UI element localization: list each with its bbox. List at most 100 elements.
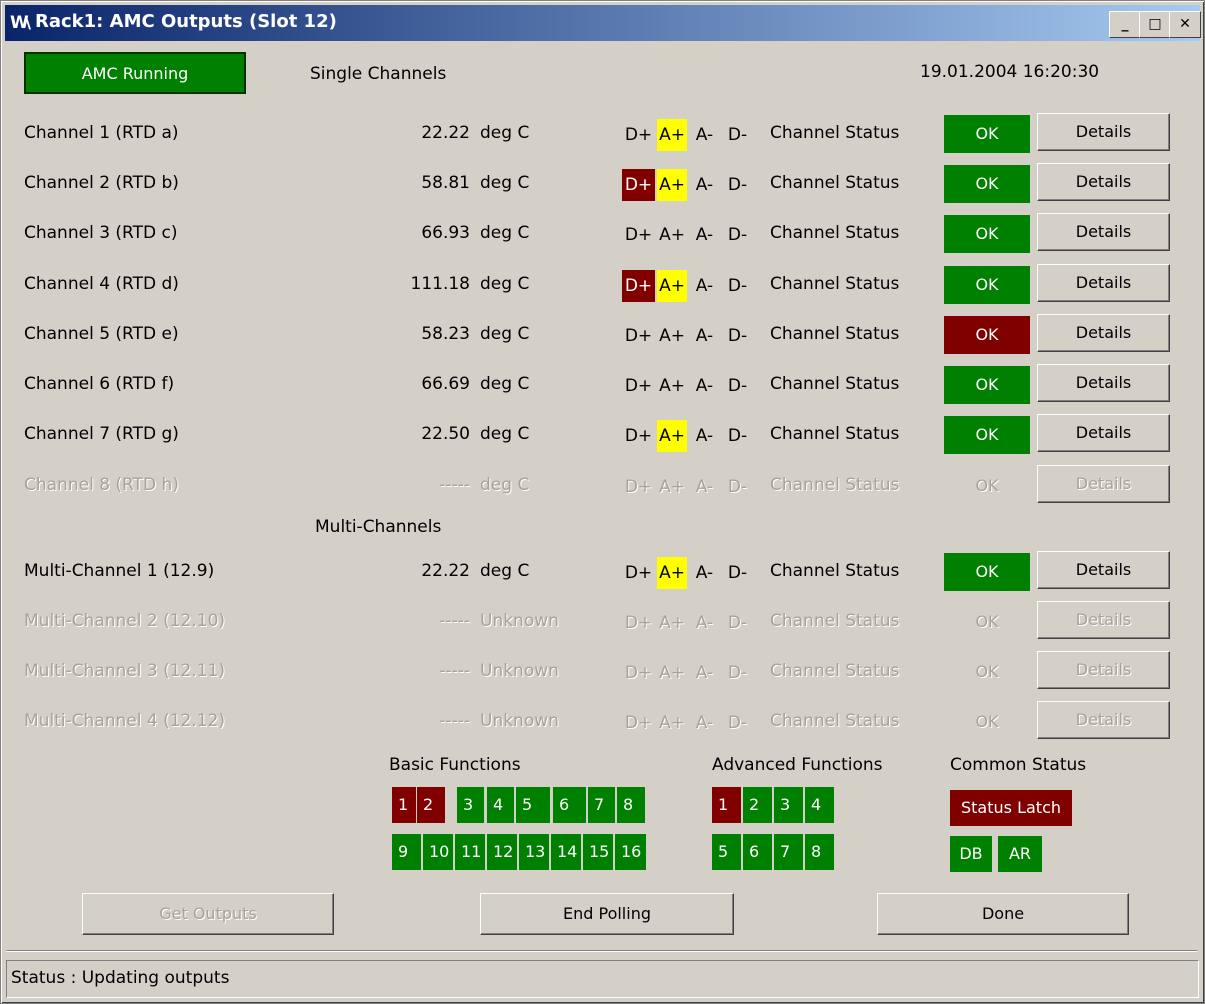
basic-function-2: 2 — [417, 787, 445, 823]
basic-function-8: 8 — [617, 787, 645, 823]
flag-d-plus: D+ — [624, 125, 653, 145]
channel-name: Channel 6 (RTD f) — [24, 374, 175, 394]
channel-row: Channel 4 (RTD d) 111.18 deg C D+ A+ A- D- Chan… — [0, 264, 1205, 306]
details-button[interactable]: Details — [1037, 651, 1170, 689]
channel-status-label: Channel Status — [770, 123, 900, 143]
flag-a-plus: A+ — [659, 663, 685, 683]
basic-function-4: 4 — [487, 787, 514, 823]
advanced-functions-heading: Advanced Functions — [712, 755, 883, 775]
channel-value: 22.22 — [421, 123, 470, 143]
flag-a-plus: A+ — [659, 477, 685, 497]
channel-ok-indicator: OK — [944, 165, 1030, 203]
channel-ok-indicator: OK — [975, 662, 999, 681]
channel-name: Channel 7 (RTD g) — [24, 424, 179, 444]
details-button[interactable]: Details — [1037, 601, 1170, 639]
maximize-button[interactable]: □ — [1139, 11, 1171, 38]
details-button[interactable]: Details — [1037, 364, 1170, 402]
db-indicator: DB — [950, 836, 992, 872]
status-text: Status : Updating outputs — [11, 968, 230, 988]
channel-status-label: Channel Status — [770, 711, 900, 731]
channel-value: 22.22 — [421, 561, 470, 581]
channel-name: Channel 5 (RTD e) — [24, 324, 179, 344]
minimize-button[interactable]: _ — [1109, 11, 1141, 38]
channel-ok-indicator: OK — [944, 553, 1030, 591]
flag-d-minus: D- — [727, 426, 748, 446]
title-bar: W\ Rack1: AMC Outputs (Slot 12) _ □ ✕ — [5, 5, 1201, 41]
multi-channels-heading: Multi-Channels — [315, 517, 442, 537]
channel-name: Multi-Channel 3 (12.11) — [24, 661, 226, 681]
flag-a-minus: A- — [695, 175, 714, 195]
flag-a-minus: A- — [695, 563, 714, 583]
details-button[interactable]: Details — [1037, 264, 1170, 302]
channel-ok-indicator: OK — [944, 115, 1030, 153]
amc-running-indicator: AMC Running — [24, 52, 246, 94]
channel-status-label: Channel Status — [770, 611, 900, 631]
details-button[interactable]: Details — [1037, 213, 1170, 251]
status-latch-indicator: Status Latch — [950, 790, 1072, 826]
ar-indicator: AR — [998, 836, 1042, 872]
channel-value: ----- — [439, 475, 470, 495]
flag-a-plus: A+ — [659, 613, 685, 633]
channel-status-label: Channel Status — [770, 274, 900, 294]
details-button[interactable]: Details — [1037, 414, 1170, 452]
flag-d-minus: D- — [727, 326, 748, 346]
channel-name: Channel 1 (RTD a) — [24, 123, 179, 143]
advanced-function-8: 8 — [805, 834, 834, 870]
channel-name: Channel 8 (RTD h) — [24, 475, 179, 495]
flag-a-minus: A- — [695, 276, 714, 296]
flag-d-plus: D+ — [622, 270, 655, 302]
advanced-function-3: 3 — [774, 787, 803, 823]
channel-ok-indicator: OK — [975, 612, 999, 631]
datetime-display: 19.01.2004 16:20:30 — [920, 62, 1100, 82]
flag-a-minus: A- — [695, 225, 714, 245]
channel-name: Multi-Channel 4 (12.12) — [24, 711, 226, 731]
advanced-function-7: 7 — [774, 834, 803, 870]
details-button[interactable]: Details — [1037, 113, 1170, 151]
channel-row: Channel 3 (RTD c) 66.93 deg C D+ A+ A- D- Chann… — [0, 213, 1205, 255]
flag-a-minus: A- — [695, 663, 714, 683]
channel-value: 22.50 — [421, 424, 470, 444]
channel-row: Channel 8 (RTD h) ----- deg C D+ A+ A- D- Chann… — [0, 465, 1205, 507]
basic-function-13: 13 — [519, 834, 549, 870]
details-button[interactable]: Details — [1037, 314, 1170, 352]
channel-value: ----- — [439, 661, 470, 681]
channel-ok-indicator: OK — [944, 266, 1030, 304]
flag-d-plus: D+ — [624, 713, 653, 733]
flag-a-minus: A- — [695, 376, 714, 396]
basic-function-15: 15 — [583, 834, 613, 870]
channel-unit: deg C — [480, 173, 530, 193]
channel-unit: deg C — [480, 374, 530, 394]
advanced-function-4: 4 — [805, 787, 834, 823]
basic-function-12: 12 — [487, 834, 517, 870]
basic-function-11: 11 — [455, 834, 485, 870]
basic-function-6: 6 — [553, 787, 586, 823]
channel-unit: deg C — [480, 223, 530, 243]
multi-channel-row: Multi-Channel 4 (12.12) ----- Unknown D+ A+ A… — [0, 701, 1205, 743]
channel-unit: deg C — [480, 561, 530, 581]
get-outputs-button[interactable]: Get Outputs — [82, 893, 334, 935]
basic-function-3: 3 — [457, 787, 484, 823]
close-button[interactable]: ✕ — [1169, 11, 1201, 38]
basic-function-1: 1 — [392, 787, 416, 823]
flag-a-minus: A- — [695, 713, 714, 733]
channel-unit: deg C — [480, 123, 530, 143]
channel-name: Multi-Channel 1 (12.9) — [24, 561, 215, 581]
end-polling-button[interactable]: End Polling — [480, 893, 734, 935]
channel-row: Channel 7 (RTD g) 22.50 deg C D+ A+ A- D- Chann… — [0, 414, 1205, 456]
flag-a-minus: A- — [695, 613, 714, 633]
details-button[interactable]: Details — [1037, 163, 1170, 201]
done-button[interactable]: Done — [877, 893, 1129, 935]
details-button[interactable]: Details — [1037, 701, 1170, 739]
flag-d-plus: D+ — [624, 663, 653, 683]
flag-a-plus: A+ — [657, 270, 687, 302]
basic-function-7: 7 — [588, 787, 615, 823]
flag-d-plus: D+ — [622, 169, 655, 201]
basic-function-9: 9 — [392, 834, 421, 870]
channel-row: Channel 5 (RTD e) 58.23 deg C D+ A+ A- D- Chann… — [0, 314, 1205, 356]
details-button[interactable]: Details — [1037, 465, 1170, 503]
single-channels-heading: Single Channels — [310, 64, 447, 84]
status-bar: Status : Updating outputs — [6, 960, 1199, 998]
channel-status-label: Channel Status — [770, 475, 900, 495]
channel-value: 58.23 — [421, 324, 470, 344]
details-button[interactable]: Details — [1037, 551, 1170, 589]
